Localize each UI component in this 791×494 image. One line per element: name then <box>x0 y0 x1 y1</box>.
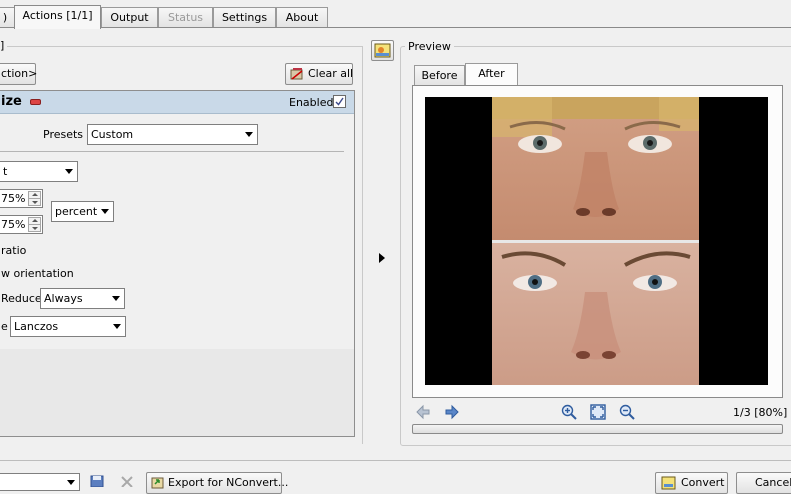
clear-icon <box>290 68 303 80</box>
presets-label: Presets <box>43 128 84 141</box>
tab-settings[interactable]: Settings <box>213 7 276 28</box>
chevron-down-icon <box>101 209 109 214</box>
enabled-label: Enabled <box>289 96 334 109</box>
remove-action-icon[interactable] <box>30 99 41 105</box>
add-action-button[interactable]: ction> <box>0 63 37 85</box>
checkmark-icon <box>335 97 344 106</box>
main-tabbar: ) Actions [1/1] Output Status Settings A… <box>0 0 791 29</box>
convert-icon <box>661 476 676 490</box>
reduce-value: Always <box>44 292 83 305</box>
previous-icon[interactable] <box>415 404 431 420</box>
spin-down-icon[interactable] <box>28 224 41 232</box>
face-image <box>492 97 699 385</box>
actions-group-frame-right <box>362 46 363 444</box>
save-icon[interactable] <box>90 475 104 487</box>
tab-status[interactable]: Status <box>158 7 213 28</box>
zoom-out-icon[interactable] <box>619 404 635 420</box>
tab-divider <box>0 27 791 28</box>
spin-down-icon[interactable] <box>28 198 41 206</box>
cancel-button[interactable]: Cancel <box>736 472 791 494</box>
presets-select[interactable]: Custom <box>87 124 258 145</box>
unit-value: percent <box>55 205 98 218</box>
preview-icon <box>374 43 391 58</box>
resize-action-panel: ize Enabled Presets Custom t 75% 75% per… <box>0 90 355 437</box>
tab-after[interactable]: After <box>465 63 518 86</box>
zoom-fit-icon[interactable] <box>590 404 606 420</box>
resample-label: e <box>1 320 8 333</box>
expand-arrow-icon[interactable] <box>378 252 386 264</box>
preview-title: Preview <box>405 40 454 53</box>
tab-actions[interactable]: Actions [1/1] <box>14 5 101 29</box>
toggle-preview-button[interactable] <box>371 40 394 61</box>
preview-progress-bar <box>412 424 783 434</box>
resample-value: Lanczos <box>14 320 59 333</box>
reduce-select[interactable]: Always <box>40 288 125 309</box>
presets-separator <box>0 151 344 152</box>
chevron-down-icon <box>112 296 120 301</box>
action-title: ize <box>1 94 22 109</box>
mode-select[interactable]: t <box>0 161 78 182</box>
chevron-down-icon <box>65 169 73 174</box>
height-spinbox[interactable]: 75% <box>0 215 43 234</box>
preview-image <box>425 97 768 385</box>
unit-select[interactable]: percent <box>51 201 114 222</box>
action-body: Presets Custom t 75% 75% percent ratio w… <box>0 114 354 349</box>
height-value: 75% <box>1 218 26 231</box>
reduce-label: Reduce <box>1 292 42 305</box>
tab-before[interactable]: Before <box>414 65 465 86</box>
presets-value: Custom <box>91 128 134 141</box>
tab-about[interactable]: About <box>276 7 328 28</box>
resample-select[interactable]: Lanczos <box>10 316 126 337</box>
zoom-in-icon[interactable] <box>561 404 577 420</box>
clear-all-label: Clear all <box>308 67 354 80</box>
mode-value: t <box>3 165 8 178</box>
profile-select[interactable] <box>0 473 80 491</box>
chevron-down-icon <box>67 480 75 485</box>
chevron-down-icon <box>113 324 121 329</box>
convert-button[interactable]: Convert <box>655 472 728 494</box>
convert-label: Convert <box>681 476 725 489</box>
export-icon <box>151 477 164 489</box>
bottom-divider <box>0 460 791 461</box>
actions-group-frame-top <box>0 46 363 47</box>
keep-ratio-label[interactable]: ratio <box>1 244 26 257</box>
actions-group-title: ] <box>0 39 8 52</box>
export-nconvert-button[interactable]: Export for NConvert... <box>146 472 288 494</box>
tab-output[interactable]: Output <box>101 7 158 28</box>
export-label: Export for NConvert... <box>168 476 289 489</box>
width-spinbox[interactable]: 75% <box>0 189 43 208</box>
delete-icon[interactable] <box>120 475 134 487</box>
clear-all-button[interactable]: Clear all <box>285 63 353 85</box>
page-info: 1/3 [80%] <box>733 406 788 419</box>
width-value: 75% <box>1 192 26 205</box>
next-icon[interactable] <box>444 404 460 420</box>
chevron-down-icon <box>245 132 253 137</box>
action-header: ize Enabled <box>0 91 354 114</box>
allow-orientation-label[interactable]: w orientation <box>1 267 74 280</box>
enabled-checkbox[interactable] <box>333 95 346 108</box>
